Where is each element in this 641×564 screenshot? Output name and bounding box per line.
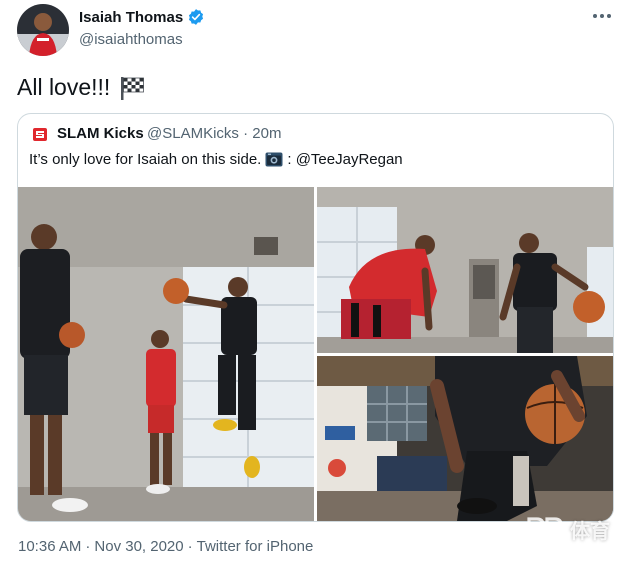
quoted-tweet-text: It’s only love for Isaiah on this side. … xyxy=(29,151,403,168)
verified-badge-icon xyxy=(187,8,205,26)
quoted-tweet-time[interactable]: 20m xyxy=(252,125,281,142)
tweet-date[interactable]: Nov 30, 2020 xyxy=(94,538,183,555)
tweet: Isaiah Thomas @isaiahthomas All love!!! xyxy=(0,0,641,564)
tweet-source[interactable]: Twitter for iPhone xyxy=(197,538,314,555)
photo-1[interactable] xyxy=(18,187,314,521)
media-grid xyxy=(18,187,613,521)
photo-2[interactable] xyxy=(317,187,613,353)
tweet-text-content: All love!!! xyxy=(17,74,111,100)
tweet-time[interactable]: 10:36 AM xyxy=(18,538,81,555)
quoted-author-handle[interactable]: @SLAMKicks xyxy=(147,125,239,142)
checkered-flag-icon xyxy=(118,75,146,101)
photo-3[interactable] xyxy=(317,356,613,521)
meta-separator: · xyxy=(187,538,193,555)
tweet-metadata: 10:36 AM · Nov 30, 2020 · Twitter for iP… xyxy=(18,538,313,555)
quoted-tweet[interactable]: SLAM Kicks @SLAMKicks · 20m It’s only lo… xyxy=(17,113,614,522)
slam-logo-icon xyxy=(33,128,47,141)
watermark-text: 体育 xyxy=(570,521,610,543)
watermark: 体育 xyxy=(526,515,610,544)
author-avatar[interactable] xyxy=(17,4,69,56)
quoted-author-meta: @SLAMKicks · 20m xyxy=(147,125,281,142)
quoted-author-name[interactable]: SLAM Kicks xyxy=(57,125,144,142)
quoted-text-content: It’s only love for Isaiah on this side. xyxy=(29,151,262,168)
meta-separator: · xyxy=(85,538,91,555)
more-options-icon[interactable] xyxy=(589,8,615,24)
photo-credit: : @TeeJayRegan xyxy=(287,151,403,168)
pp-logo-icon xyxy=(526,516,566,544)
author-handle[interactable]: @isaiahthomas xyxy=(79,31,183,48)
meta-separator: · xyxy=(243,125,249,142)
tweet-text: All love!!! xyxy=(17,74,146,101)
author-name-row[interactable]: Isaiah Thomas xyxy=(79,8,205,26)
author-display-name[interactable]: Isaiah Thomas xyxy=(79,9,183,26)
camera-icon xyxy=(265,152,283,167)
